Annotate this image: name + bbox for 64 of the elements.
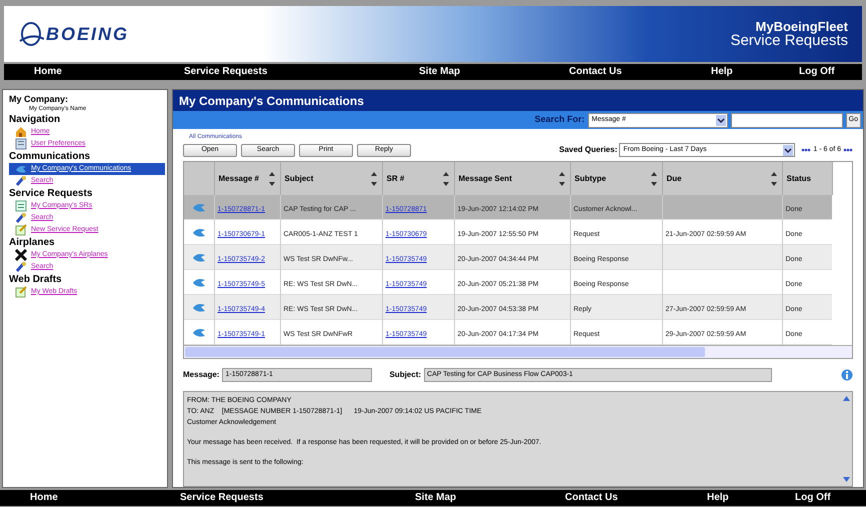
row-icon-cell[interactable] (184, 294, 214, 320)
horizontal-scrollbar[interactable] (184, 345, 852, 358)
speech-bubble-icon (15, 163, 27, 175)
list-icon (15, 200, 27, 212)
search-icon (15, 261, 27, 273)
search-field[interactable] (730, 112, 843, 128)
nav-link[interactable]: Contact Us (569, 65, 622, 79)
speech-bubble-icon (192, 252, 206, 262)
pencil-note-icon (15, 224, 27, 236)
nav-link[interactable]: Log Off (795, 491, 831, 505)
info-icon (841, 369, 853, 381)
caret-icon (716, 114, 726, 126)
speech-bubble-icon (192, 227, 206, 237)
row-icon-cell[interactable] (184, 195, 214, 220)
saved-queries-label: Saved Queries: (559, 144, 618, 156)
scroll-up-icon (842, 394, 850, 402)
nav-link[interactable]: Help (707, 491, 729, 505)
previous-page-icon (801, 148, 812, 152)
section-heading: Airplanes (9, 237, 56, 249)
message-label: Message: (183, 369, 220, 381)
nav-link[interactable]: Log Off (799, 65, 835, 79)
row-icon-cell[interactable] (184, 220, 214, 244)
document-icon (15, 138, 27, 150)
sort-icon (442, 170, 450, 186)
section-heading: Navigation (9, 114, 62, 126)
nav-link[interactable]: Site Map (419, 65, 460, 79)
section-heading: Web Drafts (9, 274, 63, 286)
product-name: MyBoeingFleet (756, 20, 848, 33)
sort-icon (558, 170, 566, 186)
house-icon (15, 126, 27, 138)
nav-link[interactable]: Help (711, 65, 733, 79)
row-icon-cell[interactable] (184, 320, 214, 344)
nav-link[interactable]: Contact Us (565, 491, 618, 505)
subject-label: Subject: (389, 369, 422, 381)
caret-icon (783, 144, 794, 156)
speech-bubble-icon (192, 302, 206, 312)
next-page-icon (843, 148, 853, 152)
speech-bubble-icon (192, 327, 206, 337)
speech-bubble-icon (192, 277, 206, 287)
logo-icon (18, 21, 44, 47)
nav-link[interactable]: Home (34, 65, 62, 79)
app-name: Service Requests (730, 33, 848, 48)
sort-icon (650, 170, 658, 186)
search-label: Search For: (534, 113, 585, 126)
section-heading: Service Requests (9, 188, 94, 200)
sort-icon (268, 170, 276, 186)
search-icon (15, 175, 27, 187)
cross-icon (15, 249, 27, 261)
sort-icon (770, 170, 778, 186)
sort-icon (370, 170, 378, 186)
pencil-note-icon (15, 286, 27, 298)
speech-bubble-icon (192, 202, 206, 212)
nav-link[interactable]: Home (30, 491, 58, 505)
row-icon-cell[interactable] (184, 270, 214, 294)
row-icon-cell[interactable] (184, 244, 214, 270)
section-heading: Communications (9, 151, 92, 163)
nav-link[interactable]: Service Requests (184, 65, 268, 79)
search-icon (15, 212, 27, 224)
company-label: My Company: (9, 94, 70, 105)
page-title: My Company's Communications (179, 92, 364, 110)
logo-text: BOEING (46, 22, 130, 46)
scroll-down-icon (842, 476, 850, 484)
nav-link[interactable]: Site Map (415, 491, 456, 505)
nav-link[interactable]: Service Requests (180, 491, 264, 505)
